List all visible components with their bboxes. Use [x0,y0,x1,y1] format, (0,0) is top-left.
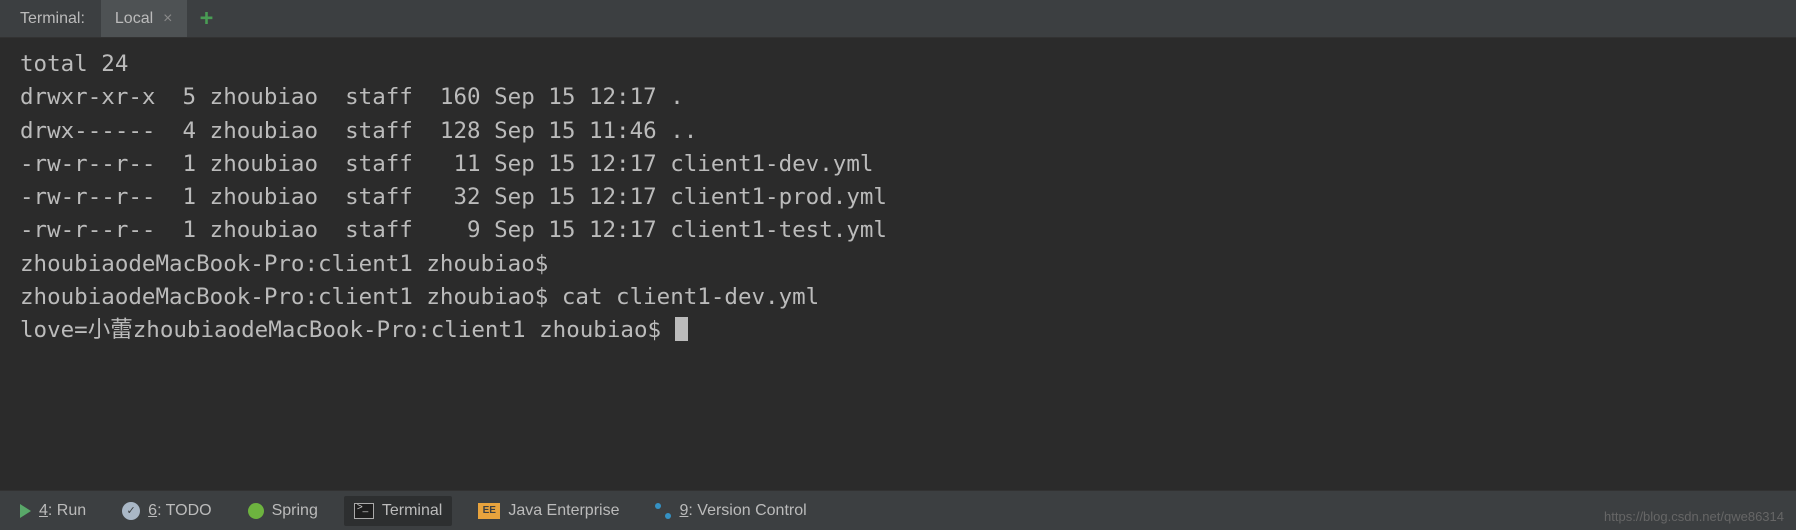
terminal-panel-label: Terminal: [0,10,101,28]
terminal-line: -rw-r--r-- 1 zhoubiao staff 11 Sep 15 12… [20,151,873,177]
tool-label: Java Enterprise [508,502,619,520]
vcs-icon [655,503,671,519]
terminal-line: zhoubiaodeMacBook-Pro:client1 zhoubiao$ [20,251,562,277]
terminal-line: -rw-r--r-- 1 zhoubiao staff 9 Sep 15 12:… [20,217,887,243]
tool-label: Terminal [382,502,442,520]
terminal-prompt: love=小蕾zhoubiaodeMacBook-Pro:client1 zho… [20,317,675,343]
tool-terminal[interactable]: Terminal [344,496,452,526]
tool-spring[interactable]: Spring [248,502,318,520]
cursor-icon [675,317,688,341]
add-tab-button[interactable]: + [187,0,227,37]
tool-todo[interactable]: ✓ 6: TODO [122,502,211,520]
terminal-output[interactable]: total 24 drwxr-xr-x 5 zhoubiao staff 160… [0,38,1796,358]
terminal-line: -rw-r--r-- 1 zhoubiao staff 32 Sep 15 12… [20,184,887,210]
watermark: https://blog.csdn.net/qwe86314 [1604,509,1784,524]
tool-run[interactable]: 4: Run [20,502,86,520]
todo-icon: ✓ [122,502,140,520]
close-icon[interactable]: × [163,10,172,28]
terminal-line: zhoubiaodeMacBook-Pro:client1 zhoubiao$ … [20,284,819,310]
tab-label: Local [115,10,153,28]
plus-icon: + [200,6,213,31]
terminal-line: total 24 [20,51,128,77]
tool-version-control[interactable]: 9: Version Control [655,502,806,520]
tool-label: 6: TODO [148,502,211,520]
java-ee-icon: EE [478,503,500,519]
run-icon [20,504,31,518]
terminal-icon [354,503,374,519]
tool-java-enterprise[interactable]: EE Java Enterprise [478,502,619,520]
terminal-tab-local[interactable]: Local × [101,0,187,37]
tool-window-bar: 4: Run ✓ 6: TODO Spring Terminal EE Java… [0,490,1796,530]
terminal-header: Terminal: Local × + [0,0,1796,38]
terminal-line: drwxr-xr-x 5 zhoubiao staff 160 Sep 15 1… [20,84,684,110]
terminal-line: drwx------ 4 zhoubiao staff 128 Sep 15 1… [20,118,697,144]
spring-icon [248,503,264,519]
tool-label: 4: Run [39,502,86,520]
tool-label: 9: Version Control [679,502,806,520]
tool-label: Spring [272,502,318,520]
